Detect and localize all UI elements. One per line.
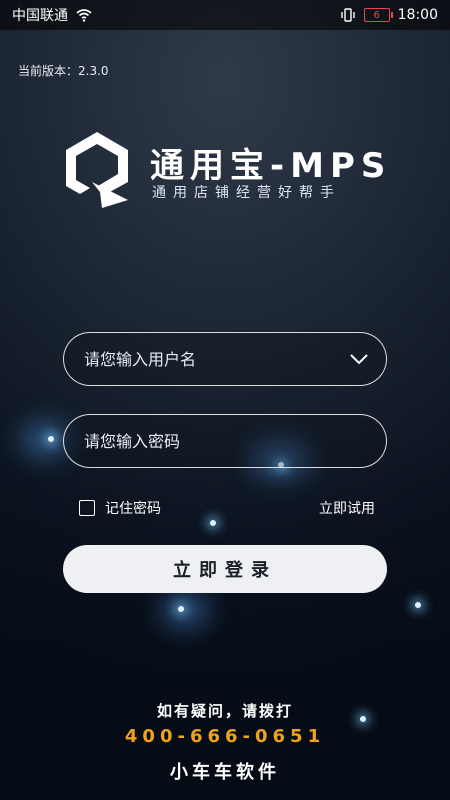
battery-level: 6 <box>373 9 380 21</box>
password-input[interactable] <box>82 430 370 452</box>
vibrate-icon <box>340 8 355 22</box>
battery-icon: 6 <box>363 8 393 22</box>
help-question: 如有疑问，请拨打 <box>156 702 293 720</box>
chevron-down-icon[interactable] <box>348 348 370 370</box>
city-light <box>210 520 216 526</box>
carrier-label: 中国联通 <box>12 8 68 24</box>
trial-link[interactable]: 立即试用 <box>319 498 375 518</box>
password-field[interactable] <box>63 414 387 468</box>
brand-logo-icon <box>66 132 128 208</box>
remember-label[interactable]: 记住密码 <box>105 498 161 518</box>
city-glow <box>160 590 210 630</box>
login-button[interactable]: 立即登录 <box>63 545 387 593</box>
city-light <box>48 436 54 442</box>
version-label: 当前版本：2.3.0 <box>18 64 109 78</box>
clock: 18:00 <box>397 7 438 23</box>
brand-title: 通用宝-MPS <box>150 146 392 186</box>
wifi-icon <box>76 9 92 22</box>
status-bar: 中国联通 6 18:00 <box>0 0 450 30</box>
remember-checkbox[interactable] <box>79 500 95 516</box>
username-input[interactable] <box>82 348 348 370</box>
username-field[interactable] <box>63 332 387 386</box>
company-name: 小车车软件 <box>170 762 280 783</box>
city-light <box>178 606 184 612</box>
city-light <box>415 602 421 608</box>
brand-logo: 通用宝-MPS 通用店铺经营好帮手 <box>62 130 392 210</box>
remember-password[interactable]: 记住密码 <box>79 498 161 518</box>
brand-subtitle: 通用店铺经营好帮手 <box>152 185 341 201</box>
help-phone[interactable]: 400-666-0651 <box>0 726 450 747</box>
